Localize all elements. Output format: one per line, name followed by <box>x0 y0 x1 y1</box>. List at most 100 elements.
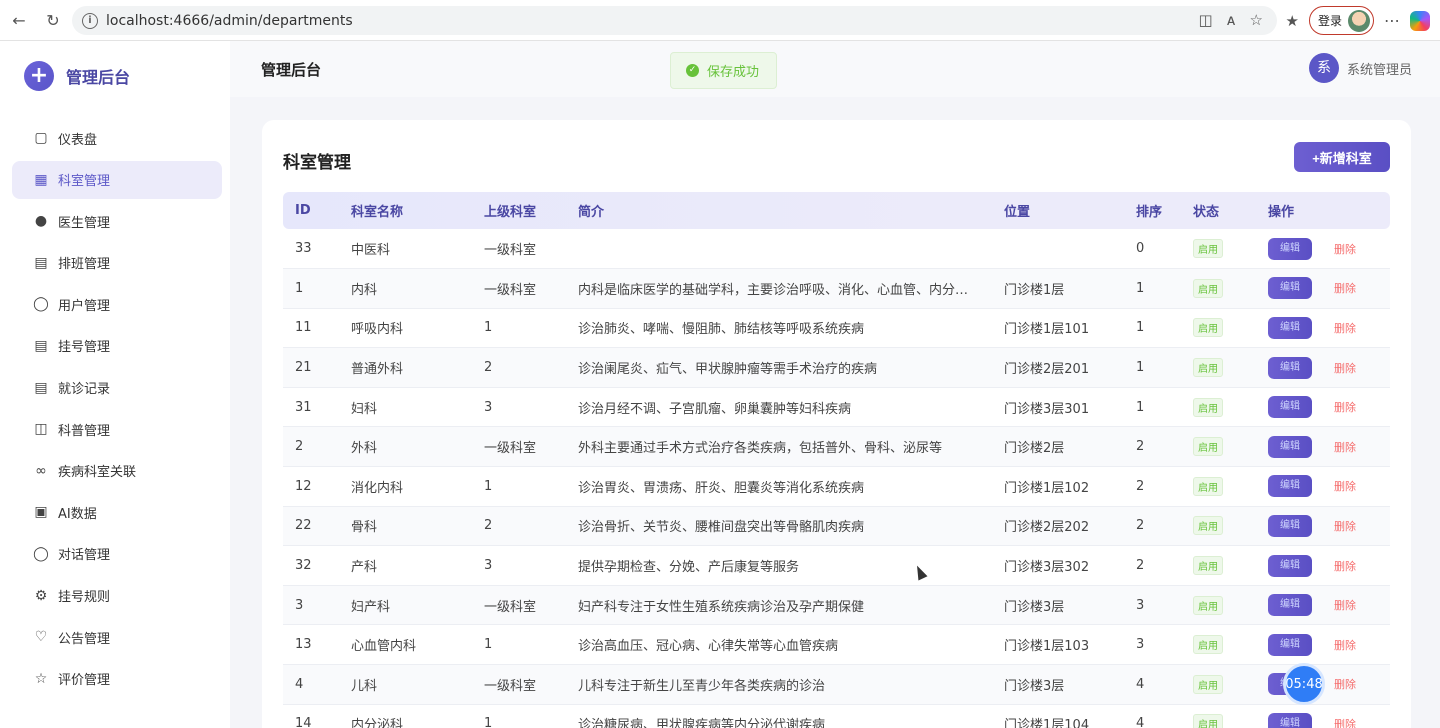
delete-link[interactable]: 删除 <box>1334 360 1356 376</box>
cell-id: 33 <box>295 241 312 257</box>
sidebar: + 管理后台 ▢ 仪表盘 ▦ 科室管理 ● 医生管理 ▤ 排班管理 ◯ 用户管理 ▤ 挂号管理 ▤ 就诊记… <box>0 41 230 728</box>
edit-button[interactable]: 编辑 <box>1268 237 1312 260</box>
cell-order: 1 <box>1136 320 1145 336</box>
delete-link[interactable]: 删除 <box>1334 637 1356 653</box>
cell-order: 2 <box>1136 558 1145 574</box>
table-row: 32 产科 3 提供孕期检查、分娩、产后康复等服务 门诊楼3层302 2 启用 编辑 删除 <box>283 546 1390 586</box>
reload-icon[interactable]: ↻ <box>38 5 68 35</box>
floating-timer[interactable]: 05:48 <box>1283 663 1325 705</box>
table-row: 12 消化内科 1 诊治胃炎、胃溃疡、肝炎、胆囊炎等消化系统疾病 门诊楼1层102 2 启用… <box>283 467 1390 507</box>
user-name[interactable]: 系统管理员 <box>1347 59 1412 78</box>
edit-button[interactable]: 编辑 <box>1268 514 1312 537</box>
calendar-icon: ▤ <box>34 254 48 271</box>
cell-name: 内科 <box>351 282 378 298</box>
cell-parent: 一级科室 <box>484 678 537 694</box>
site-info-icon[interactable]: i <box>82 12 98 29</box>
translate-page-icon[interactable]: ◫ <box>1198 11 1212 29</box>
table-row: 11 呼吸内科 1 诊治肺炎、哮喘、慢阻肺、肺结核等呼吸系统疾病 门诊楼1层101 1 启用… <box>283 308 1390 348</box>
cell-order: 2 <box>1136 518 1145 534</box>
sidebar-item-8[interactable]: ∞ 疾病科室关联 <box>12 452 222 490</box>
cell-order: 1 <box>1136 360 1145 376</box>
sidebar-item-0[interactable]: ▢ 仪表盘 <box>12 119 222 157</box>
address-bar[interactable]: i localhost:4666/admin/departments ◫ ᴀ ☆ <box>72 6 1277 35</box>
favorites-icon[interactable]: ★ <box>1286 12 1299 30</box>
status-badge: 启用 <box>1193 595 1223 615</box>
sidebar-item-4[interactable]: ◯ 用户管理 <box>12 285 222 323</box>
book-icon: ◫ <box>34 421 48 438</box>
cell-actions: 编辑 删除 <box>1256 308 1390 348</box>
sidebar-item-6[interactable]: ▤ 就诊记录 <box>12 369 222 407</box>
cell-order: 3 <box>1136 597 1145 613</box>
edit-button[interactable]: 编辑 <box>1268 554 1312 577</box>
document-icon: ▤ <box>34 337 48 354</box>
bell-icon: ♡ <box>34 629 48 646</box>
user-avatar[interactable]: 系 <box>1308 53 1339 83</box>
edit-button[interactable]: 编辑 <box>1268 712 1312 728</box>
cell-parent: 一级科室 <box>484 243 537 259</box>
cell-name: 外科 <box>351 441 378 457</box>
cell-location: 门诊楼1层104 <box>1004 718 1090 728</box>
delete-link[interactable]: 删除 <box>1334 478 1356 494</box>
profile-login-button[interactable]: 登录 <box>1308 6 1374 35</box>
edit-button[interactable]: 编辑 <box>1268 435 1312 458</box>
sidebar-item-5[interactable]: ▤ 挂号管理 <box>12 327 222 365</box>
cell-desc: 诊治月经不调、子宫肌瘤、卵巢囊肿等妇科疾病 <box>578 401 852 417</box>
delete-link[interactable]: 删除 <box>1334 597 1356 613</box>
cell-status: 启用 <box>1181 348 1256 388</box>
favorite-star-icon[interactable]: ☆ <box>1250 11 1263 29</box>
sidebar-item-10[interactable]: ◯ 对话管理 <box>12 535 222 573</box>
page-title: 科室管理 <box>283 153 351 173</box>
cell-id: 12 <box>295 478 312 494</box>
cell-desc: 诊治阑尾炎、疝气、甲状腺肿瘤等需手术治疗的疾病 <box>578 362 878 378</box>
status-badge: 启用 <box>1193 516 1223 536</box>
table-row: 14 内分泌科 1 诊治糖尿病、甲状腺疾病等内分泌代谢疾病 门诊楼1层104 4 启用 编辑 删… <box>283 704 1390 728</box>
edit-button[interactable]: 编辑 <box>1268 594 1312 617</box>
column-header: 简介 <box>578 205 605 220</box>
delete-link[interactable]: 删除 <box>1334 518 1356 534</box>
edit-button[interactable]: 编辑 <box>1268 633 1312 656</box>
edit-button[interactable]: 编辑 <box>1268 356 1312 379</box>
cell-desc: 儿科专注于新生儿至青少年各类疾病的诊治 <box>578 678 826 694</box>
delete-link[interactable]: 删除 <box>1334 676 1356 692</box>
cell-actions: 编辑 删除 <box>1256 585 1390 625</box>
user-menu[interactable]: 系 系统管理员 <box>1308 53 1412 83</box>
sidebar-item-12[interactable]: ♡ 公告管理 <box>12 618 222 656</box>
sidebar-item-7[interactable]: ◫ 科普管理 <box>12 410 222 448</box>
sidebar-item-13[interactable]: ☆ 评价管理 <box>12 660 222 698</box>
more-menu-icon[interactable]: ⋯ <box>1384 11 1400 30</box>
profile-avatar <box>1348 9 1370 32</box>
delete-link[interactable]: 删除 <box>1334 558 1356 574</box>
status-badge: 启用 <box>1193 476 1223 496</box>
cell-parent: 1 <box>484 320 493 336</box>
read-aloud-icon[interactable]: ᴀ <box>1227 11 1236 29</box>
copilot-icon[interactable] <box>1410 10 1430 31</box>
cell-actions: 编辑 删除 <box>1256 506 1390 546</box>
back-icon[interactable]: ← <box>4 5 34 35</box>
delete-link[interactable]: 删除 <box>1334 320 1356 336</box>
delete-link[interactable]: 删除 <box>1334 399 1356 415</box>
edit-button[interactable]: 编辑 <box>1268 277 1312 300</box>
cell-parent: 一级科室 <box>484 441 537 457</box>
cell-id: 21 <box>295 360 312 376</box>
add-department-button[interactable]: +新增科室 <box>1294 142 1390 172</box>
sidebar-item-1[interactable]: ▦ 科室管理 <box>12 160 222 199</box>
edit-button[interactable]: 编辑 <box>1268 316 1312 339</box>
edit-button[interactable]: 编辑 <box>1268 475 1312 498</box>
sidebar-item-3[interactable]: ▤ 排班管理 <box>12 244 222 282</box>
delete-link[interactable]: 删除 <box>1334 716 1356 728</box>
cell-desc: 诊治胃炎、胃溃疡、肝炎、胆囊炎等消化系统疾病 <box>578 480 865 496</box>
status-badge: 启用 <box>1193 556 1223 576</box>
sidebar-item-label: 挂号规则 <box>58 590 111 606</box>
delete-link[interactable]: 删除 <box>1334 241 1356 257</box>
edit-button[interactable]: 编辑 <box>1268 396 1312 419</box>
cell-name: 妇科 <box>351 401 378 417</box>
sidebar-item-2[interactable]: ● 医生管理 <box>12 202 222 240</box>
sidebar-item-label: 医生管理 <box>58 215 111 231</box>
delete-link[interactable]: 删除 <box>1334 280 1356 296</box>
success-toast: ✓ 保存成功 <box>670 52 777 89</box>
sidebar-item-label: 公告管理 <box>58 631 111 647</box>
sidebar-item-9[interactable]: ▣ AI数据 <box>12 493 222 531</box>
cell-actions: 编辑 删除 <box>1256 229 1390 269</box>
delete-link[interactable]: 删除 <box>1334 439 1356 455</box>
sidebar-item-11[interactable]: ⚙ 挂号规则 <box>12 577 222 615</box>
